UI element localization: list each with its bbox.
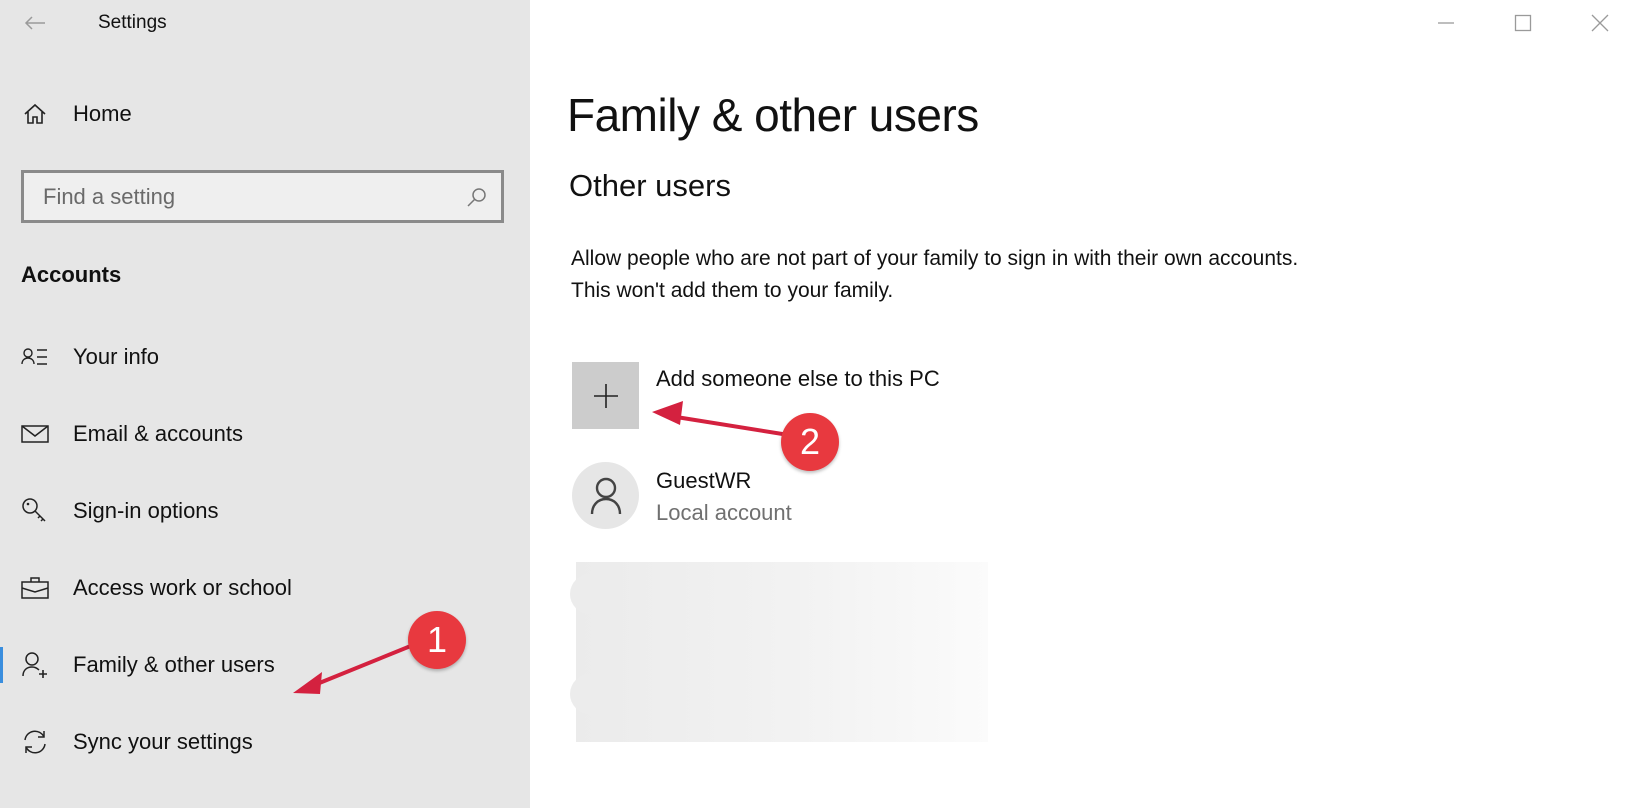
avatar — [572, 462, 639, 529]
sidebar-item-home[interactable]: Home — [0, 84, 530, 144]
add-tile — [572, 362, 639, 429]
sidebar-item-access-work-or-school[interactable]: Access work or school — [0, 558, 530, 618]
back-arrow-icon — [24, 16, 45, 30]
user-item[interactable]: GuestWR Local account — [572, 462, 992, 529]
redacted-avatar — [570, 574, 610, 614]
sidebar-item-label: Your info — [73, 344, 160, 369]
redacted-avatar — [570, 674, 610, 714]
close-button[interactable] — [1561, 0, 1638, 46]
sidebar-item-label: Family & other users — [73, 652, 275, 677]
maximize-button[interactable] — [1484, 0, 1561, 46]
mail-icon — [20, 419, 50, 449]
sidebar-item-sync-your-settings[interactable]: Sync your settings — [0, 712, 530, 772]
sidebar: Settings Home Accounts Your info Email &… — [0, 0, 530, 808]
search-input[interactable] — [43, 173, 443, 220]
redacted-region — [570, 562, 988, 742]
sync-icon — [20, 727, 50, 757]
sidebar-item-label: Sign-in options — [73, 498, 219, 523]
briefcase-icon — [20, 573, 50, 603]
sidebar-item-your-info[interactable]: Your info — [0, 327, 530, 387]
annotation-badge-2: 2 — [781, 413, 839, 471]
add-person-icon — [20, 650, 50, 680]
sidebar-item-label: Email & accounts — [73, 421, 243, 446]
user-account-type: Local account — [656, 500, 792, 525]
sidebar-item-label: Home — [73, 101, 132, 126]
sidebar-item-sign-in-options[interactable]: Sign-in options — [0, 481, 530, 541]
minimize-button[interactable] — [1407, 0, 1484, 46]
add-user-label: Add someone else to this PC — [656, 366, 940, 391]
person-icon — [590, 477, 621, 514]
search-box[interactable] — [21, 170, 504, 223]
description: Allow people who are not part of your fa… — [571, 247, 1299, 302]
close-icon — [1591, 14, 1608, 32]
window-controls — [1407, 0, 1638, 46]
page-title: Family & other users — [567, 89, 979, 141]
home-icon — [20, 99, 50, 129]
sidebar-item-email-accounts[interactable]: Email & accounts — [0, 404, 530, 464]
sidebar-item-label: Access work or school — [73, 575, 292, 600]
plus-icon — [593, 383, 618, 408]
key-icon — [20, 496, 50, 526]
section-title: Other users — [569, 168, 731, 203]
annotation-badge-1: 1 — [408, 611, 466, 669]
section-label: Accounts — [21, 262, 122, 287]
contact-info-icon — [20, 342, 50, 372]
app-title: Settings — [98, 12, 167, 33]
user-name: GuestWR — [656, 468, 752, 493]
minimize-icon — [1437, 22, 1454, 24]
back-button[interactable] — [20, 8, 50, 38]
search-icon[interactable] — [465, 185, 489, 209]
add-user-button[interactable]: Add someone else to this PC — [572, 362, 992, 429]
maximize-icon — [1514, 14, 1531, 32]
sidebar-item-label: Sync your settings — [73, 729, 253, 754]
